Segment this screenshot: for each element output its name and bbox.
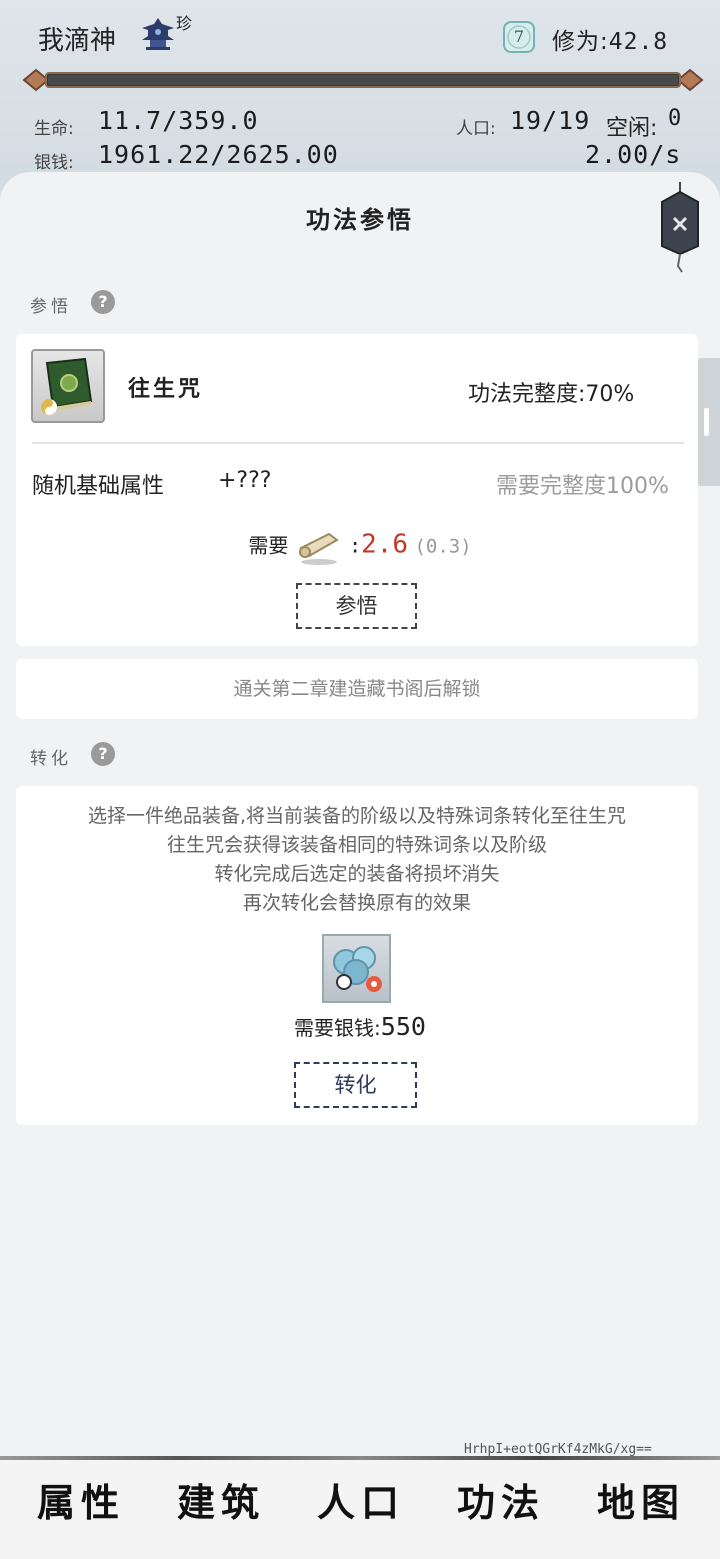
build-hash: HrhpI+eotQGrKf4zMkG/xg== [464, 1442, 652, 1457]
nav-population[interactable]: 人口 [306, 1472, 416, 1527]
random-attr-label: 随机基础属性 [32, 474, 165, 499]
life-value: 11.7/359.0 [98, 106, 259, 135]
card-divider [32, 442, 684, 444]
need-sub: (0.3) [414, 535, 472, 558]
transform-description: 选择一件绝品装备,将当前装备的阶级以及特殊词条转化至往生咒 往生咒会获得该装备相… [16, 802, 698, 918]
need-value: 2.6 [361, 529, 409, 560]
skill-completeness: 功法完整度:70% [468, 382, 635, 407]
silver-cost-label: 需要银钱: [294, 1016, 381, 1040]
locked-notice: 通关第二章建造藏书阁后解锁 [16, 659, 698, 719]
need-label: 需要 [248, 533, 289, 558]
nav-skills[interactable]: 功法 [446, 1472, 556, 1527]
nav-buildings[interactable]: 建筑 [166, 1472, 276, 1527]
transform-desc-line: 选择一件绝品装备,将当前装备的阶级以及特殊词条转化至往生咒 [87, 805, 627, 827]
player-name: 我滴神 [38, 26, 117, 56]
cultivation-value: 42.8 [608, 29, 669, 55]
scroll-icon [298, 532, 339, 565]
comprehend-section-label: 参悟 [30, 297, 72, 317]
idle-label: 空闲: [606, 116, 658, 141]
transform-cost: 需要银钱:550 [0, 1012, 720, 1041]
silver-cost-value: 550 [380, 1012, 426, 1041]
help-icon[interactable]: ? [91, 742, 115, 766]
nav-map[interactable]: 地图 [586, 1472, 696, 1527]
transform-desc-line: 往生咒会获得该装备相同的特殊词条以及阶级 [166, 834, 547, 856]
cultivation-progress-bar [22, 68, 704, 92]
idle-value: 0 [668, 106, 683, 131]
nav-brush-line [0, 1456, 720, 1460]
side-handle-grip [704, 408, 709, 436]
silver-label: 银钱: [34, 153, 74, 173]
equipment-slot[interactable] [322, 934, 391, 1003]
skill-name: 往生咒 [128, 376, 204, 402]
life-label: 生命: [34, 119, 74, 139]
skill-book-slot[interactable] [31, 349, 105, 423]
jade-cloud-icon [333, 946, 382, 992]
income-rate: 2.00/s [585, 140, 682, 169]
comprehend-button[interactable]: 参悟 [296, 583, 417, 629]
population-value: 19/19 [510, 106, 591, 135]
book-icon [41, 357, 93, 415]
pagoda-rank-icon [142, 18, 174, 50]
help-icon[interactable]: ? [91, 290, 115, 314]
cultivation: 修为:42.8 [552, 22, 668, 56]
comprehend-cost: 需要 :2.6 (0.3) [0, 528, 720, 566]
random-attr-requirement: 需要完整度100% [496, 474, 669, 499]
silver-value: 1961.22/2625.00 [98, 140, 339, 169]
transform-section-label: 转化 [30, 749, 72, 769]
random-attr-value: +??? [218, 468, 272, 493]
panel-title: 功法参悟 [306, 205, 414, 234]
level-number: 7 [513, 27, 525, 46]
transform-desc-line: 转化完成后选定的装备将损坏消失 [214, 863, 500, 885]
population-label: 人口: [456, 119, 496, 139]
cultivation-label: 修为: [552, 29, 609, 55]
nav-attributes[interactable]: 属性 [26, 1472, 136, 1527]
transform-desc-line: 再次转化会替换原有的效果 [242, 892, 471, 914]
close-icon[interactable] [650, 180, 710, 276]
rank-tag: 珍 [176, 14, 193, 33]
transform-button[interactable]: 转化 [294, 1062, 417, 1108]
